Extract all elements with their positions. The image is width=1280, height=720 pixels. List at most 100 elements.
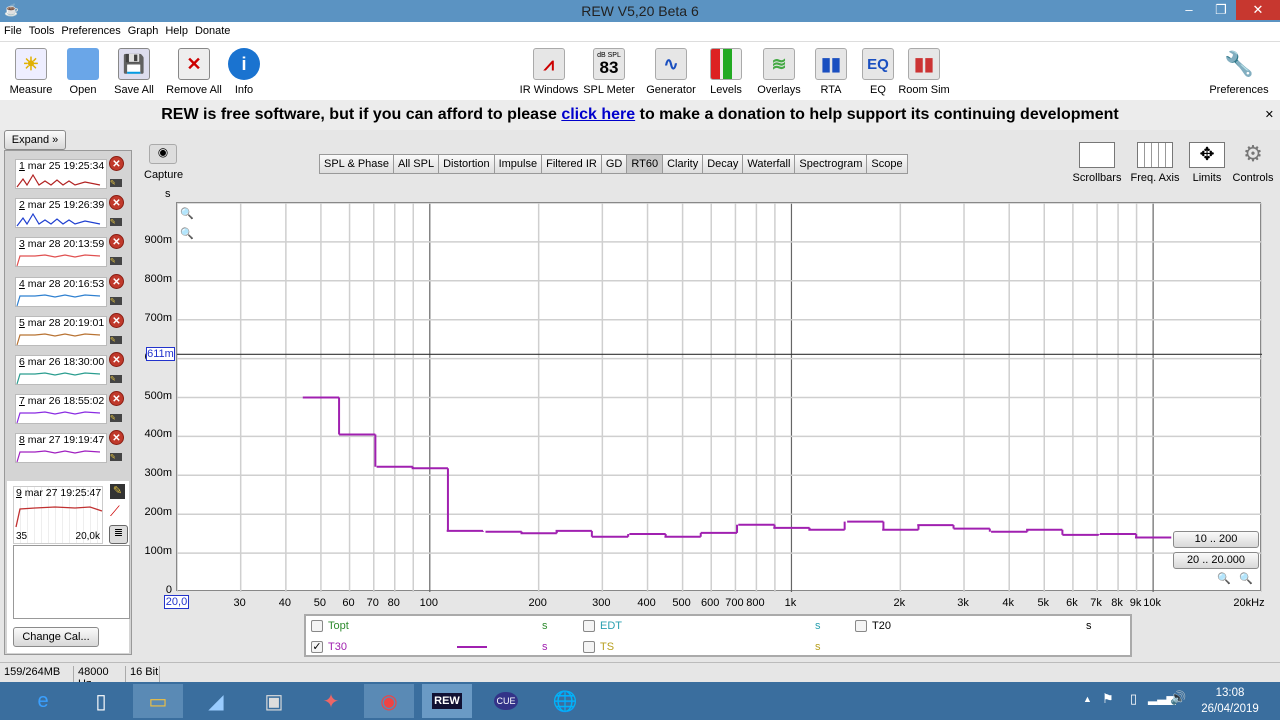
edit-notes-icon[interactable]: ✎ bbox=[110, 218, 122, 227]
edit-notes-icon[interactable]: ✎ bbox=[110, 414, 122, 423]
tab-filtered-ir[interactable]: Filtered IR bbox=[541, 154, 602, 174]
edit-notes-icon[interactable]: ✎ bbox=[110, 296, 122, 305]
donate-link[interactable]: click here bbox=[561, 106, 635, 123]
cue-taskbar-button[interactable]: CUE bbox=[481, 684, 531, 718]
tab-decay[interactable]: Decay bbox=[702, 154, 744, 174]
show-hidden-icons[interactable]: ▲ bbox=[1083, 694, 1092, 704]
preferences-button[interactable]: 🔧 Preferences bbox=[1209, 46, 1269, 97]
zoom-in-x-icon[interactable]: 🔍 bbox=[1239, 572, 1253, 585]
measurement-item-8[interactable]: 8 mar 27 19:19:47 ✕ ✎ bbox=[11, 430, 131, 467]
measure-button[interactable]: ☀ Measure bbox=[1, 46, 61, 96]
menu-donate[interactable]: Donate bbox=[191, 22, 233, 37]
zoom-in-y-icon[interactable]: 🔍 bbox=[180, 207, 194, 220]
file-explorer-icon[interactable]: ▭ bbox=[133, 684, 183, 718]
capture-button[interactable]: ◉ Capture bbox=[144, 144, 183, 181]
battery-icon[interactable]: ▯ bbox=[1130, 691, 1137, 707]
zoom-out-y-icon[interactable]: 🔍 bbox=[180, 227, 194, 240]
tab-spl-phase[interactable]: SPL & Phase bbox=[319, 154, 395, 174]
topt-checkbox[interactable] bbox=[311, 620, 323, 632]
remove-measurement-icon[interactable]: ✕ bbox=[109, 430, 124, 446]
zoom-out-x-icon[interactable]: 🔍 bbox=[1217, 572, 1231, 585]
remove-measurement-icon[interactable]: ✕ bbox=[109, 156, 124, 171]
menu-file[interactable]: File bbox=[0, 22, 25, 37]
menu-tools[interactable]: Tools bbox=[25, 22, 58, 37]
selected-measurement-thumbnail[interactable]: 9 mar 27 19:25:47 35 20,0k bbox=[13, 486, 103, 544]
remove-measurement-icon[interactable]: ✕ bbox=[109, 312, 124, 328]
expand-button[interactable]: Expand » bbox=[4, 130, 66, 150]
remove-measurement-icon[interactable]: ✕ bbox=[109, 352, 124, 367]
ir-windows-button[interactable]: ⩘ IR Windows bbox=[519, 46, 579, 96]
tab-spectrogram[interactable]: Spectrogram bbox=[794, 154, 868, 174]
app-icon[interactable]: ◢ bbox=[191, 684, 241, 718]
tab-distortion[interactable]: Distortion bbox=[438, 154, 495, 174]
controls-button[interactable]: ⚙ Controls bbox=[1225, 142, 1280, 185]
menu-preferences[interactable]: Preferences bbox=[57, 22, 123, 37]
tab-clarity[interactable]: Clarity bbox=[662, 154, 704, 174]
overlays-button[interactable]: ≋ Overlays bbox=[749, 46, 809, 96]
tab-impulse[interactable]: Impulse bbox=[493, 154, 543, 174]
info-panel-icon[interactable]: ≣ bbox=[109, 525, 128, 544]
freq-axis-button[interactable]: Freq. Axis bbox=[1127, 142, 1183, 184]
remove-measurement-icon[interactable]: ✕ bbox=[109, 234, 124, 250]
maximize-button[interactable]: ❐ bbox=[1206, 0, 1236, 20]
edit-notes-icon[interactable]: ✎ bbox=[110, 257, 122, 266]
cursor-y-readout: 611m bbox=[146, 347, 175, 361]
t20-checkbox[interactable] bbox=[855, 620, 867, 632]
scrollbars-button[interactable]: Scrollbars bbox=[1069, 142, 1125, 184]
bit-depth: 16 Bit bbox=[126, 666, 160, 682]
banner-close-icon[interactable]: ✕ bbox=[1265, 100, 1274, 130]
save-all-button[interactable]: 💾 Save All bbox=[104, 46, 164, 96]
minimize-button[interactable]: – bbox=[1174, 0, 1204, 20]
generator-button[interactable]: ∿ Generator bbox=[641, 46, 701, 96]
notes-textarea[interactable] bbox=[13, 545, 130, 619]
tab-rt60[interactable]: RT60 bbox=[626, 154, 664, 174]
spl-meter-button[interactable]: dB SPL 83 SPL Meter bbox=[579, 46, 639, 96]
measurement-item-2[interactable]: 2 mar 25 19:26:39 ✕ ✎ bbox=[11, 195, 131, 232]
tab-waterfall[interactable]: Waterfall bbox=[742, 154, 796, 174]
tab-gd[interactable]: GD bbox=[600, 154, 628, 174]
measurement-item-5[interactable]: 5 mar 28 20:19:01 ✕ ✎ bbox=[11, 312, 131, 350]
measurement-item-6[interactable]: 6 mar 26 18:30:00 ✕ ✎ bbox=[11, 352, 131, 389]
globe-icon[interactable]: 🌐 bbox=[540, 684, 590, 718]
volume-icon[interactable]: 🔊 bbox=[1170, 690, 1186, 706]
action-center-flag-icon[interactable]: ⚑ bbox=[1102, 691, 1114, 707]
internet-explorer-icon[interactable]: e bbox=[18, 684, 68, 718]
edt-checkbox[interactable] bbox=[583, 620, 595, 632]
measurement-item-4[interactable]: 4 mar 28 20:16:53 ✕ ✎ bbox=[11, 273, 131, 311]
tab-scope[interactable]: Scope bbox=[866, 154, 908, 174]
rt60-plot-area[interactable]: 🔍 🔍 10 .. 200 20 .. 20.000 🔍 🔍 bbox=[176, 202, 1263, 592]
taskbar: e ▯ ▭ ◢ ▣ ✦ ◉ REW CUE 🌐 ▲ ⚑ ▯ ▂▃▅ 🔊 13:0… bbox=[0, 682, 1280, 720]
rta-icon: ▮▮ bbox=[815, 48, 847, 80]
clock[interactable]: 13:08 26/04/2019 bbox=[1200, 685, 1260, 717]
camera-app-icon[interactable]: ▣ bbox=[249, 684, 299, 718]
measurement-item-7[interactable]: 7 mar 26 18:55:02 ✕ ✎ bbox=[11, 391, 131, 428]
edit-notes-icon[interactable]: ✎ bbox=[110, 453, 122, 462]
t30-checkbox[interactable]: ✓ bbox=[311, 641, 323, 653]
calibration-icon[interactable]: ⟋ bbox=[110, 503, 120, 520]
game-icon[interactable]: ✦ bbox=[306, 684, 356, 718]
levels-button[interactable]: Levels bbox=[696, 46, 756, 96]
measurement-item-3[interactable]: 3 mar 28 20:13:59 ✕ ✎ bbox=[11, 234, 131, 271]
remove-measurement-icon[interactable]: ✕ bbox=[109, 273, 124, 289]
rew-taskbar-button[interactable]: REW bbox=[422, 684, 472, 718]
tab-all-spl[interactable]: All SPL bbox=[393, 154, 440, 174]
measurement-item-1[interactable]: 1 mar 25 19:25:34 ✕ ✎ bbox=[11, 156, 131, 193]
info-button[interactable]: i Info bbox=[214, 46, 274, 96]
close-button[interactable]: ✕ bbox=[1236, 0, 1280, 20]
range-20-20000-button[interactable]: 20 .. 20.000 bbox=[1173, 552, 1259, 569]
remove-measurement-icon[interactable]: ✕ bbox=[109, 391, 124, 407]
edit-notes-icon[interactable]: ✎ bbox=[110, 484, 125, 499]
remove-measurement-icon[interactable]: ✕ bbox=[109, 195, 124, 211]
edit-notes-icon[interactable]: ✎ bbox=[110, 179, 122, 187]
file-icon[interactable]: ▯ bbox=[76, 684, 126, 718]
menu-graph[interactable]: Graph bbox=[124, 22, 162, 37]
room-sim-button[interactable]: ▮▮ Room Sim bbox=[894, 46, 954, 96]
edit-notes-icon[interactable]: ✎ bbox=[110, 375, 122, 383]
chrome-icon[interactable]: ◉ bbox=[364, 684, 414, 718]
sample-rate: 48000 Hz bbox=[74, 666, 126, 690]
menu-help[interactable]: Help bbox=[161, 22, 191, 37]
ts-checkbox[interactable] bbox=[583, 641, 595, 653]
change-cal-button[interactable]: Change Cal... bbox=[13, 627, 99, 647]
range-10-200-button[interactable]: 10 .. 200 bbox=[1173, 531, 1259, 548]
edit-notes-icon[interactable]: ✎ bbox=[110, 335, 122, 344]
